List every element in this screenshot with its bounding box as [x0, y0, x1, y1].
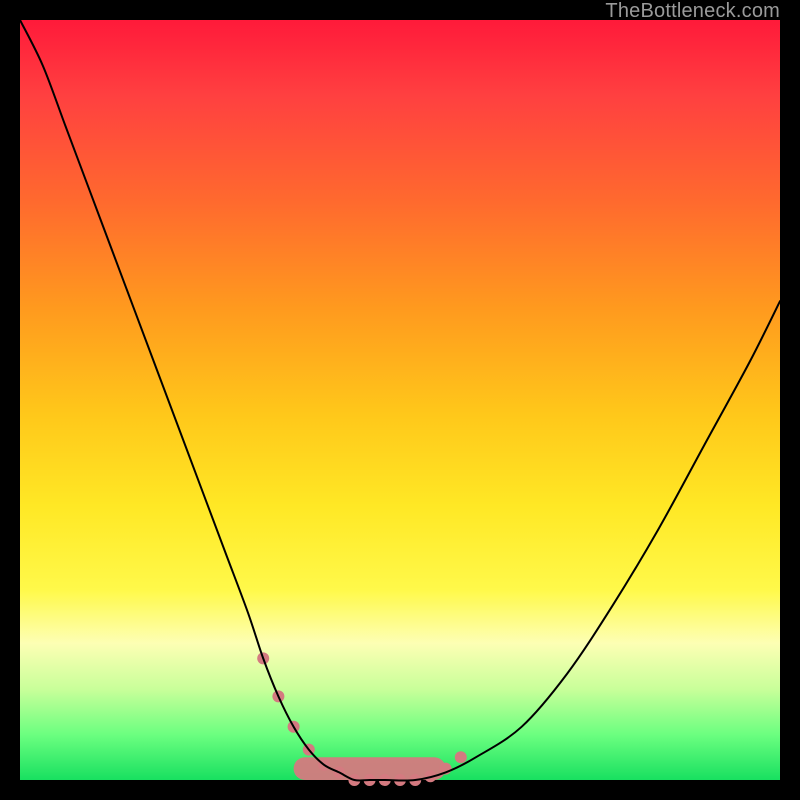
- chart-svg: [20, 20, 780, 780]
- bottleneck-chart: [20, 20, 780, 780]
- bottleneck-curve: [20, 20, 780, 781]
- trough-marker: [455, 751, 467, 763]
- stage: TheBottleneck.com: [0, 0, 800, 800]
- attribution-text: TheBottleneck.com: [605, 0, 780, 22]
